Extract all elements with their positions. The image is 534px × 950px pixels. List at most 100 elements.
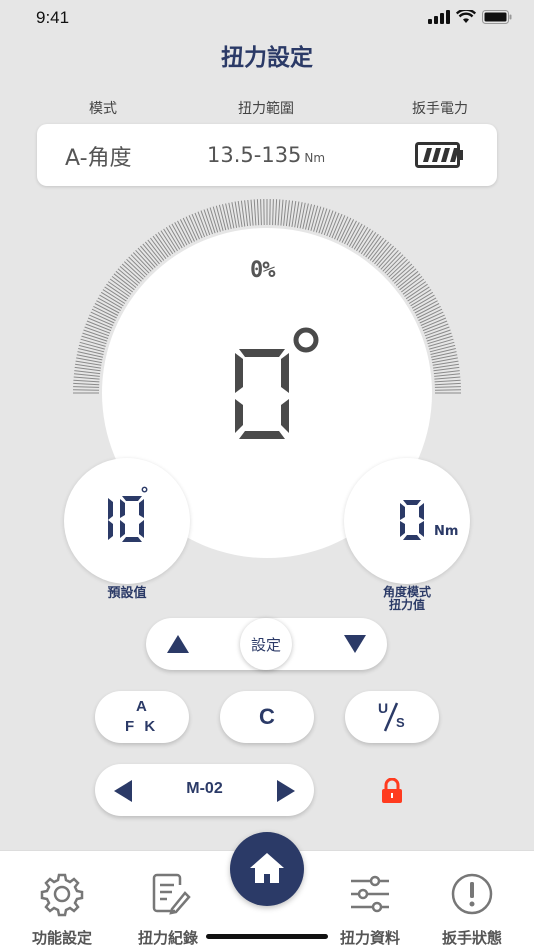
gauge-tick <box>256 199 260 226</box>
gauge-tick <box>429 344 456 353</box>
preset-label: 預設值 <box>107 586 147 601</box>
clear-button[interactable]: C <box>220 691 314 743</box>
tab-torque-records-label: 扭力紀錄 <box>137 929 198 947</box>
gauge-tick <box>417 305 441 319</box>
decrease-button[interactable] <box>343 634 367 654</box>
unit-switch-button[interactable]: U S <box>345 691 439 743</box>
gauge-tick <box>168 225 183 249</box>
memory-next-button[interactable] <box>276 779 296 803</box>
increase-button[interactable] <box>166 634 190 654</box>
afk-top-label: A <box>136 698 147 715</box>
gauge-tick <box>429 341 455 350</box>
gauge-tick <box>179 219 193 243</box>
gauge-tick <box>218 204 227 231</box>
gauge-tick <box>100 291 124 307</box>
tab-function-settings[interactable]: 功能設定 <box>12 871 112 948</box>
gauge-tick <box>434 379 461 383</box>
gauge-tick <box>94 303 119 316</box>
gauge-tick <box>346 222 360 246</box>
document-edit-icon <box>152 873 191 915</box>
gauge-tick <box>433 370 460 375</box>
gauge-tick <box>430 351 457 358</box>
gauge-tick <box>250 199 254 226</box>
home-indicator <box>206 934 328 939</box>
angle-torque-label-line2: 扭力值 <box>388 598 425 612</box>
lock-icon[interactable] <box>381 778 403 804</box>
gauge-tick <box>78 348 104 355</box>
afk-bottom-label: F K <box>125 718 156 735</box>
gauge-tick <box>222 204 229 230</box>
gauge-tick <box>171 223 186 247</box>
gauge-tick <box>305 204 312 230</box>
gauge-tick <box>97 297 121 312</box>
gauge-tick <box>247 199 251 226</box>
gauge-tick <box>411 294 435 309</box>
gauge-tick <box>274 199 278 226</box>
preset-circle[interactable]: ° 10 <box>64 458 190 584</box>
gauge-tick <box>351 225 366 249</box>
gauge-tick <box>434 382 461 386</box>
gauge-tick <box>356 228 371 252</box>
gauge-tick <box>260 199 262 226</box>
clear-label: C <box>259 704 275 729</box>
gauge-tick <box>174 222 188 246</box>
gauge-tick <box>430 348 456 355</box>
gauge-tick <box>163 228 178 252</box>
gauge-tick <box>79 341 105 350</box>
gauge-tick <box>73 382 100 386</box>
gauge-tick <box>73 386 100 388</box>
gauge-tick <box>413 297 437 312</box>
gear-icon <box>40 873 84 917</box>
gauge-tick <box>348 223 363 247</box>
gauge-tick <box>434 386 461 388</box>
tab-wrench-status[interactable]: 扳手狀態 <box>422 871 522 948</box>
gauge-tick <box>280 199 284 226</box>
gauge-tick <box>414 300 438 314</box>
gauge-tick <box>96 300 120 314</box>
gauge-tick <box>165 226 181 250</box>
gauge-tick <box>77 351 104 358</box>
gauge-tick <box>78 344 105 353</box>
gauge-tick <box>73 373 100 377</box>
alert-circle-icon <box>451 873 493 915</box>
preset-digits <box>108 496 144 542</box>
unit-bottom-label: S <box>396 715 405 730</box>
gauge-tick <box>353 226 369 250</box>
gauge-tick <box>277 199 281 226</box>
gauge-tick <box>415 303 440 316</box>
gauge-tick <box>177 220 190 245</box>
tab-home[interactable] <box>230 832 304 906</box>
gauge-tick <box>341 219 355 243</box>
gauge-tick <box>434 373 461 377</box>
sliders-icon <box>351 875 389 913</box>
preset-unit: ° <box>140 484 149 505</box>
angle-digit-zero <box>235 349 289 439</box>
adjust-control: 設定 <box>146 618 387 670</box>
memory-control: M-02 <box>95 764 314 816</box>
angle-torque-label: 角度模式 扭力值 <box>344 586 470 612</box>
gauge-tick <box>408 289 432 304</box>
tab-torque-data[interactable]: 扭力資料 <box>320 871 420 948</box>
set-button[interactable]: 設定 <box>240 618 292 670</box>
afk-button[interactable]: A F K <box>95 691 189 743</box>
gauge-tick <box>102 289 126 304</box>
tab-torque-data-label: 扭力資料 <box>339 929 400 947</box>
gauge-tick <box>307 204 316 231</box>
gauge-tick <box>344 220 357 245</box>
tab-torque-records[interactable]: 扭力紀錄 <box>118 871 218 948</box>
gauge-tick <box>73 376 100 380</box>
gauge-tick <box>253 199 257 226</box>
angle-display <box>235 349 289 439</box>
gauge-tick <box>244 200 249 227</box>
angle-torque-digit <box>400 500 424 540</box>
progress-percent: 0% <box>250 258 275 283</box>
gauge-tick <box>434 376 461 380</box>
degree-icon <box>293 327 319 353</box>
gauge-tick <box>285 200 290 227</box>
gauge-tick <box>310 205 319 231</box>
gauge-tick <box>302 203 309 230</box>
gauge-tick <box>215 205 224 231</box>
gauge-tick <box>410 291 434 307</box>
gauge-tick <box>73 379 100 383</box>
gauge-tick <box>74 370 101 375</box>
